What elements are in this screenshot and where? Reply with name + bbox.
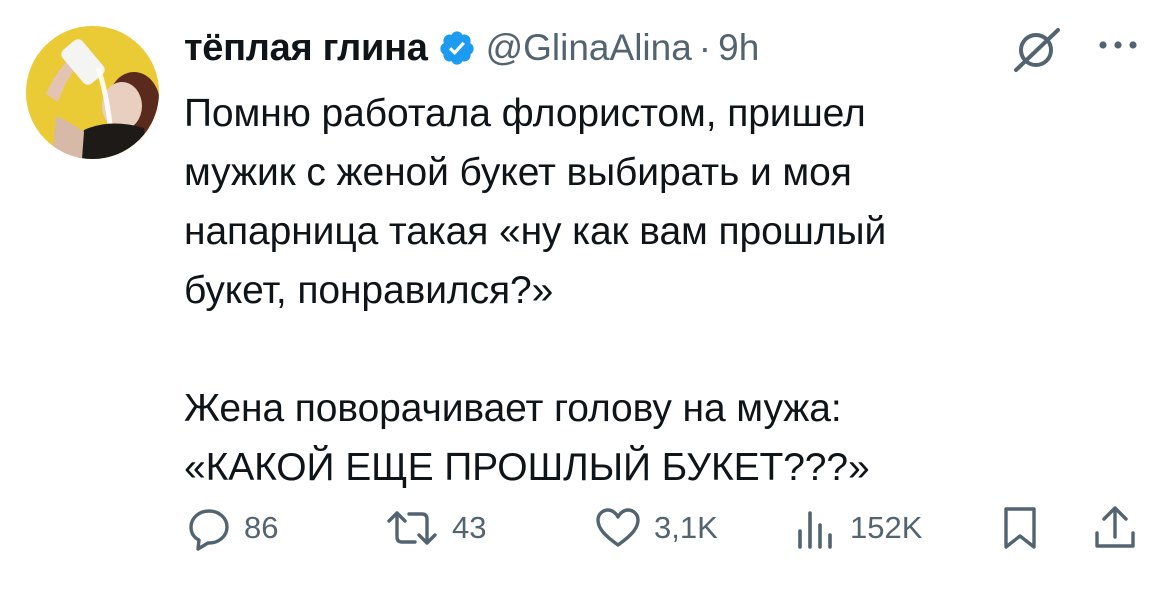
more-icon[interactable] <box>1097 34 1139 56</box>
like-button[interactable]: 3,1K <box>594 497 718 559</box>
like-count: 3,1K <box>654 510 718 545</box>
tweet-text: Помню работала флористом, пришел мужик с… <box>184 92 887 489</box>
display-name[interactable]: тёплая глина <box>184 27 428 70</box>
bookmark-button[interactable] <box>1000 497 1040 559</box>
handle[interactable]: @GlinaAlina <box>486 27 692 69</box>
retweet-button[interactable]: 43 <box>384 497 486 559</box>
tweet-header: тёплая глина @GlinaAlina · 9h <box>184 22 759 74</box>
reply-count: 86 <box>244 510 279 545</box>
views-count: 152K <box>850 510 923 545</box>
reply-button[interactable]: 86 <box>186 497 278 559</box>
separator: · <box>698 27 712 68</box>
action-bar: 86 43 3,1K 152K <box>0 497 1170 559</box>
share-icon <box>1095 506 1135 548</box>
retweet-count: 43 <box>452 510 487 545</box>
reply-icon <box>189 509 229 551</box>
avatar[interactable] <box>26 26 159 159</box>
views-icon <box>798 511 832 549</box>
like-icon <box>596 508 640 547</box>
verified-badge-icon <box>439 31 474 65</box>
share-button[interactable] <box>1092 497 1138 559</box>
timestamp[interactable]: 9h <box>718 27 759 69</box>
views-button[interactable]: 152K <box>792 497 922 559</box>
avatar-image <box>26 26 159 159</box>
bookmark-icon <box>1004 507 1036 549</box>
grok-icon[interactable] <box>1008 26 1064 72</box>
retweet-icon <box>387 511 437 545</box>
